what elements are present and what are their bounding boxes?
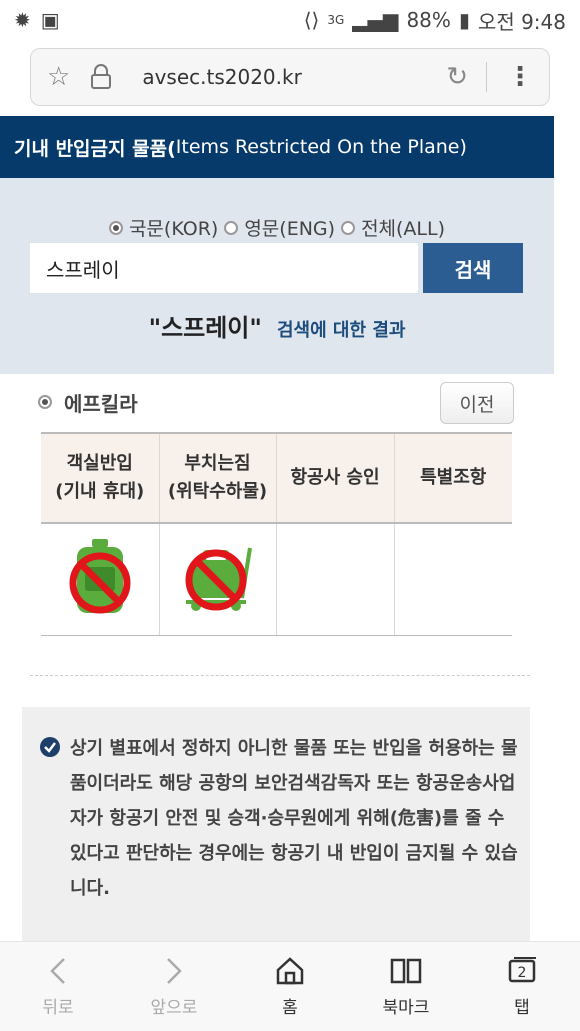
settings-icon: ✹: [14, 8, 31, 32]
forward-icon: [167, 958, 182, 984]
search-input[interactable]: 스프레이: [30, 243, 418, 293]
image-icon: ▣: [40, 8, 60, 32]
header-airline-approval: 항공사 승인: [275, 432, 394, 524]
divider: [486, 62, 487, 92]
signal-icon: ▂▄▆: [352, 8, 399, 32]
network-label: 3G: [327, 13, 345, 27]
clock: 오전 9:48: [477, 9, 566, 34]
nav-bookmarks[interactable]: 북마크: [348, 942, 464, 1031]
radio-all[interactable]: [341, 220, 356, 235]
radio-all-label[interactable]: 전체(ALL): [361, 214, 445, 241]
tabs-icon: 2: [508, 957, 536, 983]
restriction-table: 객실반입 (기내 휴대) 부치는짐 (위탁수하물) 항공사 승인 특별조항: [41, 432, 512, 636]
nav-bookmarks-label: 북마크: [382, 998, 430, 1018]
checked-prohibited-icon: [185, 547, 252, 612]
search-panel: 국문(KOR) 영문(ENG) 전체(ALL) 스프레이 검색 "스프레이" 검…: [0, 178, 554, 374]
search-button[interactable]: 검색: [423, 243, 523, 293]
back-icon: [50, 958, 65, 984]
browser-bottom-nav: 뒤로 앞으로 홈 북마크 2 탭: [0, 941, 580, 1031]
item-name: 에프킬라: [64, 391, 138, 416]
result-term: "스프레이": [148, 314, 262, 342]
check-icon: [40, 737, 60, 757]
nav-forward-label: 앞으로: [150, 998, 198, 1018]
prev-button[interactable]: 이전: [440, 382, 514, 424]
checked-cell: [158, 523, 276, 636]
star-icon[interactable]: ☆: [47, 62, 70, 92]
lock-icon: [91, 64, 112, 89]
item-radio[interactable]: [38, 395, 52, 409]
header-special: 특별조항: [393, 432, 512, 524]
notice-box: 상기 별표에서 정하지 아니한 물품 또는 반입을 허용하는 물품이더라도 해당…: [22, 707, 530, 941]
reload-icon[interactable]: ↻: [446, 62, 468, 92]
airline-approval-cell: [275, 523, 394, 636]
radio-eng-label[interactable]: 영문(ENG): [244, 214, 335, 241]
notice-text: 상기 별표에서 정하지 아니한 물품 또는 반입을 허용하는 물품이더라도 해당…: [70, 738, 518, 899]
nav-home[interactable]: 홈: [232, 942, 348, 1031]
nav-home-label: 홈: [282, 998, 298, 1018]
item-row: 에프킬라 이전: [38, 380, 514, 424]
more-menu-icon[interactable]: ⋮: [507, 62, 533, 92]
header-cabin: 객실반입 (기내 휴대): [41, 432, 159, 524]
vibrate-icon: ⟨⟩: [303, 8, 320, 32]
page-title: 기내 반입금지 물품( Items Restricted On the Plan…: [0, 116, 554, 178]
nav-tabs-label: 탭: [514, 998, 530, 1018]
bookmark-icon: [390, 958, 422, 984]
radio-kor[interactable]: [108, 220, 123, 235]
address-bar[interactable]: ☆ avsec.ts2020.kr ↻ ⋮: [30, 48, 550, 106]
home-icon: [276, 957, 304, 985]
status-bar: ✹ ▣ ⟨⟩ 3G ▂▄▆ 88% ▮ 오전 9:48: [0, 0, 580, 40]
result-suffix: 검색에 대한 결과: [276, 320, 406, 341]
battery-percent: 88%: [406, 8, 451, 32]
cabin-cell: [41, 523, 159, 636]
nav-tabs[interactable]: 2 탭: [464, 942, 580, 1031]
header-checked: 부치는짐 (위탁수하물): [158, 432, 276, 524]
url-text[interactable]: avsec.ts2020.kr: [142, 65, 446, 89]
search-result-heading: "스프레이" 검색에 대한 결과: [0, 308, 554, 343]
nav-back-label: 뒤로: [42, 998, 74, 1018]
radio-eng[interactable]: [224, 220, 239, 235]
nav-forward[interactable]: 앞으로: [116, 942, 232, 1031]
language-radio-group: 국문(KOR) 영문(ENG) 전체(ALL): [0, 214, 554, 241]
page-title-english: Items Restricted On the Plane): [175, 136, 467, 158]
nav-back[interactable]: 뒤로: [0, 942, 116, 1031]
special-cell: [393, 523, 512, 636]
page-title-korean: 기내 반입금지 물품(: [14, 137, 176, 160]
table-header-row: 객실반입 (기내 휴대) 부치는짐 (위탁수하물) 항공사 승인 특별조항: [41, 432, 512, 524]
cabin-prohibited-icon: [69, 539, 131, 614]
radio-kor-label[interactable]: 국문(KOR): [129, 214, 218, 241]
tab-count: 2: [518, 965, 527, 981]
battery-icon: ▮: [458, 8, 470, 32]
divider: [30, 675, 530, 676]
table-row: [41, 523, 512, 636]
browser-toolbar: ☆ avsec.ts2020.kr ↻ ⋮: [0, 40, 580, 116]
